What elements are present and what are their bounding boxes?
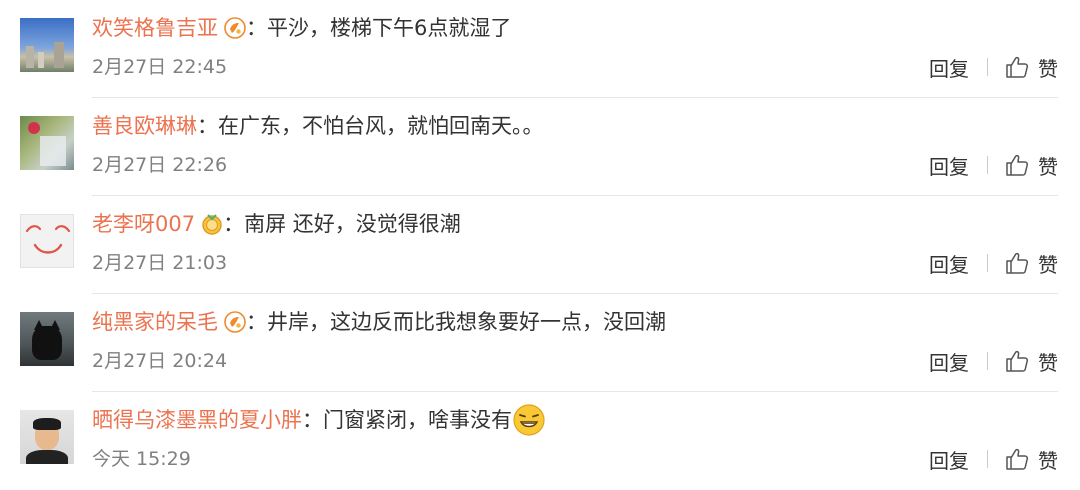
comment-text: 在广东，不怕台风，就怕回南天。。 bbox=[218, 114, 544, 138]
thumbs-up-icon bbox=[1006, 56, 1029, 78]
like-button[interactable]: 赞 bbox=[1004, 249, 1058, 278]
timestamp: 2月27日 22:26 bbox=[92, 154, 228, 176]
avatar-building bbox=[26, 46, 34, 68]
comment-text: 门窗紧闭，啥事没有 bbox=[323, 408, 512, 432]
comment-line: 善良欧琳琳 ： 在广东，不怕台风，就怕回南天。。 bbox=[92, 110, 544, 142]
grin-emoji-icon bbox=[513, 404, 545, 436]
avatar[interactable] bbox=[20, 18, 74, 72]
avatar-flower bbox=[28, 122, 40, 134]
avatar-body bbox=[26, 450, 68, 464]
action-divider bbox=[987, 450, 988, 468]
comment-item: 欢笑格鲁吉亚 ： 平沙，楼梯下午6点就湿了 2月27日 22:45 回复 赞 bbox=[0, 0, 1080, 98]
action-divider bbox=[987, 58, 988, 76]
username-link[interactable]: 老李呀007 bbox=[92, 208, 195, 240]
avatar-hair bbox=[33, 418, 61, 430]
avatar-building bbox=[54, 42, 64, 68]
username-link[interactable]: 晒得乌漆墨黑的夏小胖 bbox=[92, 404, 302, 436]
thumbs-up-icon bbox=[1006, 252, 1029, 274]
comment-item: 晒得乌漆墨黑的夏小胖 ： 门窗紧闭，啥事没有 今天 15:29 回复 赞 bbox=[0, 392, 1080, 490]
comment-actions: 回复 赞 bbox=[929, 248, 1058, 278]
comment-line: 纯黑家的呆毛 ： 井岸，这边反而比我想象要好一点，没回潮 bbox=[92, 306, 666, 338]
colon-separator: ： bbox=[246, 310, 267, 334]
action-divider bbox=[987, 352, 988, 370]
comment-item: 纯黑家的呆毛 ： 井岸，这边反而比我想象要好一点，没回潮 2月27日 20:24… bbox=[0, 294, 1080, 392]
like-label: 赞 bbox=[1038, 154, 1058, 179]
comment-item: 善良欧琳琳 ： 在广东，不怕台风，就怕回南天。。 2月27日 22:26 回复 … bbox=[0, 98, 1080, 196]
like-button[interactable]: 赞 bbox=[1004, 151, 1058, 180]
reply-button[interactable]: 回复 bbox=[929, 249, 969, 278]
username-link[interactable]: 善良欧琳琳 bbox=[92, 110, 197, 142]
reply-button[interactable]: 回复 bbox=[929, 151, 969, 180]
like-label: 赞 bbox=[1038, 252, 1058, 277]
smile-face-icon bbox=[25, 225, 71, 254]
username-link[interactable]: 纯黑家的呆毛 bbox=[92, 306, 218, 338]
avatar-cat bbox=[32, 326, 62, 360]
vip-badge-icon[interactable] bbox=[224, 17, 246, 39]
comment-item: 老李呀007 ： 南屏 还好，没觉得很潮 2月27日 21:03 回复 赞 bbox=[0, 196, 1080, 294]
colon-separator: ： bbox=[197, 114, 218, 138]
comment-actions: 回复 赞 bbox=[929, 444, 1058, 474]
reply-button[interactable]: 回复 bbox=[929, 347, 969, 376]
medal-badge-icon[interactable] bbox=[201, 213, 223, 235]
comment-text: 南屏 还好，没觉得很潮 bbox=[244, 212, 461, 236]
avatar-building bbox=[38, 52, 44, 68]
comment-list: 欢笑格鲁吉亚 ： 平沙，楼梯下午6点就湿了 2月27日 22:45 回复 赞 善… bbox=[0, 0, 1080, 487]
timestamp: 2月27日 21:03 bbox=[92, 252, 228, 274]
colon-separator: ： bbox=[223, 212, 245, 236]
vip-badge-icon[interactable] bbox=[224, 311, 246, 333]
like-button[interactable]: 赞 bbox=[1004, 445, 1058, 474]
comment-actions: 回复 赞 bbox=[929, 346, 1058, 376]
reply-button[interactable]: 回复 bbox=[929, 53, 969, 82]
timestamp: 2月27日 20:24 bbox=[92, 350, 228, 372]
reply-button[interactable]: 回复 bbox=[929, 445, 969, 474]
like-button[interactable]: 赞 bbox=[1004, 53, 1058, 82]
thumbs-up-icon bbox=[1006, 448, 1029, 470]
comment-line: 老李呀007 ： 南屏 还好，没觉得很潮 bbox=[92, 208, 461, 240]
like-label: 赞 bbox=[1038, 56, 1058, 81]
comment-actions: 回复 赞 bbox=[929, 150, 1058, 180]
like-label: 赞 bbox=[1038, 448, 1058, 473]
timestamp: 2月27日 22:45 bbox=[92, 56, 228, 78]
colon-separator: ： bbox=[246, 16, 267, 40]
avatar[interactable] bbox=[20, 312, 74, 366]
like-label: 赞 bbox=[1038, 350, 1058, 375]
like-button[interactable]: 赞 bbox=[1004, 347, 1058, 376]
thumbs-up-icon bbox=[1006, 350, 1029, 372]
username-link[interactable]: 欢笑格鲁吉亚 bbox=[92, 12, 218, 44]
avatar[interactable] bbox=[20, 214, 74, 268]
comment-line: 晒得乌漆墨黑的夏小胖 ： 门窗紧闭，啥事没有 bbox=[92, 404, 546, 436]
comment-text: 平沙，楼梯下午6点就湿了 bbox=[267, 16, 512, 40]
comment-actions: 回复 赞 bbox=[929, 52, 1058, 82]
action-divider bbox=[987, 254, 988, 272]
timestamp: 今天 15:29 bbox=[92, 448, 191, 470]
avatar[interactable] bbox=[20, 116, 74, 170]
avatar-water bbox=[40, 136, 66, 166]
action-divider bbox=[987, 156, 988, 174]
comment-line: 欢笑格鲁吉亚 ： 平沙，楼梯下午6点就湿了 bbox=[92, 12, 511, 44]
colon-separator: ： bbox=[302, 408, 323, 432]
comment-text: 井岸，这边反而比我想象要好一点，没回潮 bbox=[267, 310, 666, 334]
avatar[interactable] bbox=[20, 410, 74, 464]
thumbs-up-icon bbox=[1006, 154, 1029, 176]
